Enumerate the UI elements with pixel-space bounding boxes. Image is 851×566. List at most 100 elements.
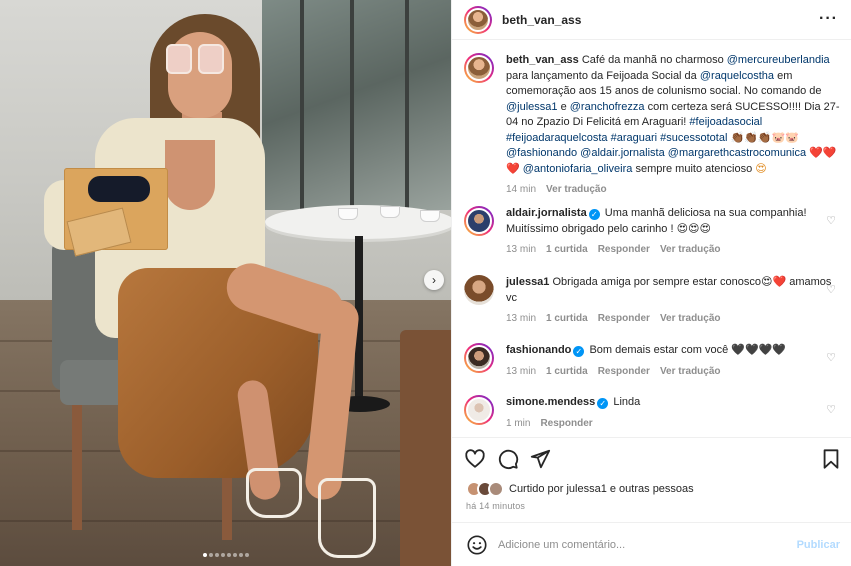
window-frame <box>350 0 354 210</box>
caption-time[interactable]: 14 min <box>506 184 536 195</box>
heart-outline-icon[interactable]: ♡ <box>826 283 836 296</box>
caption-text: e <box>557 100 570 113</box>
comment-avatar[interactable] <box>464 206 494 236</box>
comment-avatar[interactable] <box>464 395 494 425</box>
hashtag-link[interactable]: #feijoadasocial <box>689 116 762 128</box>
see-translation-button[interactable]: Ver tradução <box>660 366 721 377</box>
liked-by-row[interactable]: Curtido por julessa1 e outras pessoas <box>466 481 694 497</box>
mention-link[interactable]: @fashionando <box>506 147 577 159</box>
next-photo-button[interactable]: › <box>424 270 444 290</box>
comment-username[interactable]: aldair.jornalista <box>506 207 587 219</box>
heart-icon[interactable] <box>464 448 486 470</box>
verified-badge-icon: ✓ <box>597 398 609 409</box>
reply-button[interactable]: Responder <box>598 313 650 324</box>
comment-item: simone.mendess ✓ Linda 1 min Responder ♡ <box>464 395 844 431</box>
comment-avatar[interactable] <box>464 343 494 373</box>
heart-outline-icon[interactable]: ♡ <box>826 214 836 227</box>
window-frame <box>405 0 409 210</box>
mention-link[interactable]: @antoniofaria_oliveira <box>523 163 633 175</box>
comment-item: julessa1 Obrigada amiga por sempre estar… <box>464 275 844 327</box>
caption-text: sempre muito atencioso <box>632 162 756 175</box>
mention-link[interactable]: @margarethcastrocomunica <box>668 147 806 159</box>
see-translation-button[interactable]: Ver tradução <box>660 244 721 255</box>
post-caption: beth_van_ass Café da manhã no charmoso @… <box>464 53 844 198</box>
sandal <box>318 478 376 558</box>
author-username[interactable]: beth_van_ass <box>502 13 581 27</box>
mention-link[interactable]: @raquelcostha <box>700 70 774 82</box>
comment-likes[interactable]: 1 curtida <box>546 244 588 255</box>
window-frame <box>300 0 304 210</box>
send-icon[interactable] <box>529 448 551 470</box>
comment-time[interactable]: 13 min <box>506 244 536 255</box>
heart-outline-icon[interactable]: ♡ <box>826 351 836 364</box>
carousel-dot <box>220 553 225 557</box>
verified-badge-icon: ✓ <box>573 346 585 357</box>
sandal <box>246 468 302 518</box>
comment-username[interactable]: julessa1 <box>506 276 549 288</box>
carousel-dot <box>208 553 213 557</box>
bookmark-icon[interactable] <box>820 448 842 470</box>
more-horizontal-icon[interactable]: ··· <box>819 10 838 28</box>
cup <box>380 206 400 218</box>
cup <box>338 208 358 220</box>
post-time: há 14 minutos <box>466 501 526 511</box>
comment-username[interactable]: fashionando <box>506 344 571 356</box>
carousel-dot <box>214 553 219 557</box>
mention-link[interactable]: @julessa1 <box>506 101 558 113</box>
carousel-dot <box>244 553 249 557</box>
publish-button[interactable]: Publicar <box>797 539 840 551</box>
caption-text: Café da manhã no charmoso <box>578 54 727 66</box>
caption-emoji: 👏🏾👏🏾👏🏾🐷🐷 <box>730 131 799 144</box>
comment-text: Bom demais estar com você 🖤🖤🖤🖤 <box>589 344 787 356</box>
comments-scroll[interactable]: beth_van_ass Café da manhã no charmoso @… <box>452 41 851 437</box>
comment-likes[interactable]: 1 curtida <box>546 366 588 377</box>
comment-time[interactable]: 13 min <box>506 366 536 377</box>
see-translation-button[interactable]: Ver tradução <box>546 184 607 195</box>
caption-emoji: 😍 <box>755 162 767 175</box>
hashtag-link[interactable]: #araguari <box>611 132 657 144</box>
comment-time[interactable]: 13 min <box>506 313 536 324</box>
caption-avatar[interactable] <box>464 53 494 83</box>
comment-bar: Adicione um comentário... Publicar <box>452 522 851 566</box>
hashtag-link[interactable]: #sucessototal <box>660 132 727 144</box>
sunglasses-lens <box>166 44 192 74</box>
hashtag-link[interactable]: #feijoadaraquelcosta <box>506 132 608 144</box>
heart-outline-icon[interactable]: ♡ <box>826 403 836 416</box>
mention-link[interactable]: @aldair.jornalista <box>580 147 665 159</box>
author-avatar[interactable] <box>464 5 492 34</box>
reply-button[interactable]: Responder <box>540 418 592 429</box>
chevron-right-icon: › <box>432 273 436 287</box>
comment-input[interactable]: Adicione um comentário... <box>498 539 797 551</box>
post-panel: beth_van_ass ··· beth_van_ass Café da ma… <box>451 0 851 566</box>
comment-likes[interactable]: 1 curtida <box>546 313 588 324</box>
post-actions <box>452 437 851 475</box>
caption-username[interactable]: beth_van_ass <box>506 54 579 66</box>
post-photo[interactable]: › <box>0 0 451 566</box>
gift-ribbon <box>88 176 150 202</box>
see-translation-button[interactable]: Ver tradução <box>660 313 721 324</box>
reply-button[interactable]: Responder <box>598 366 650 377</box>
comment-item: fashionando ✓ Bom demais estar com você 🖤… <box>464 343 844 379</box>
person-chest <box>165 140 215 210</box>
cup <box>420 210 440 222</box>
photo-window <box>262 0 451 210</box>
mention-link[interactable]: @mercureuberlandia <box>727 54 830 66</box>
comment-item: aldair.jornalista ✓ Uma manhã deliciosa n… <box>464 206 844 258</box>
comment-username[interactable]: simone.mendess <box>506 396 595 408</box>
carousel-dot <box>238 553 243 557</box>
carousel-dot <box>232 553 237 557</box>
chair-leg <box>72 400 82 530</box>
liked-by-text[interactable]: Curtido por julessa1 e outras pessoas <box>509 483 694 495</box>
smiley-icon[interactable] <box>466 534 488 556</box>
comment-avatar[interactable] <box>464 275 494 305</box>
comment-icon[interactable] <box>497 448 519 470</box>
carousel-dots <box>0 548 451 560</box>
caption-text: para lançamento da Feijoada Social da <box>506 69 700 82</box>
reply-button[interactable]: Responder <box>598 244 650 255</box>
comment-text: Obrigada amiga por sempre estar conosco😍… <box>506 276 832 304</box>
mention-link[interactable]: @ranchofrezza <box>570 101 645 113</box>
comment-time[interactable]: 1 min <box>506 418 530 429</box>
verified-badge-icon: ✓ <box>588 209 600 220</box>
post-header: beth_van_ass ··· <box>452 0 851 40</box>
sunglasses-lens <box>198 44 224 74</box>
